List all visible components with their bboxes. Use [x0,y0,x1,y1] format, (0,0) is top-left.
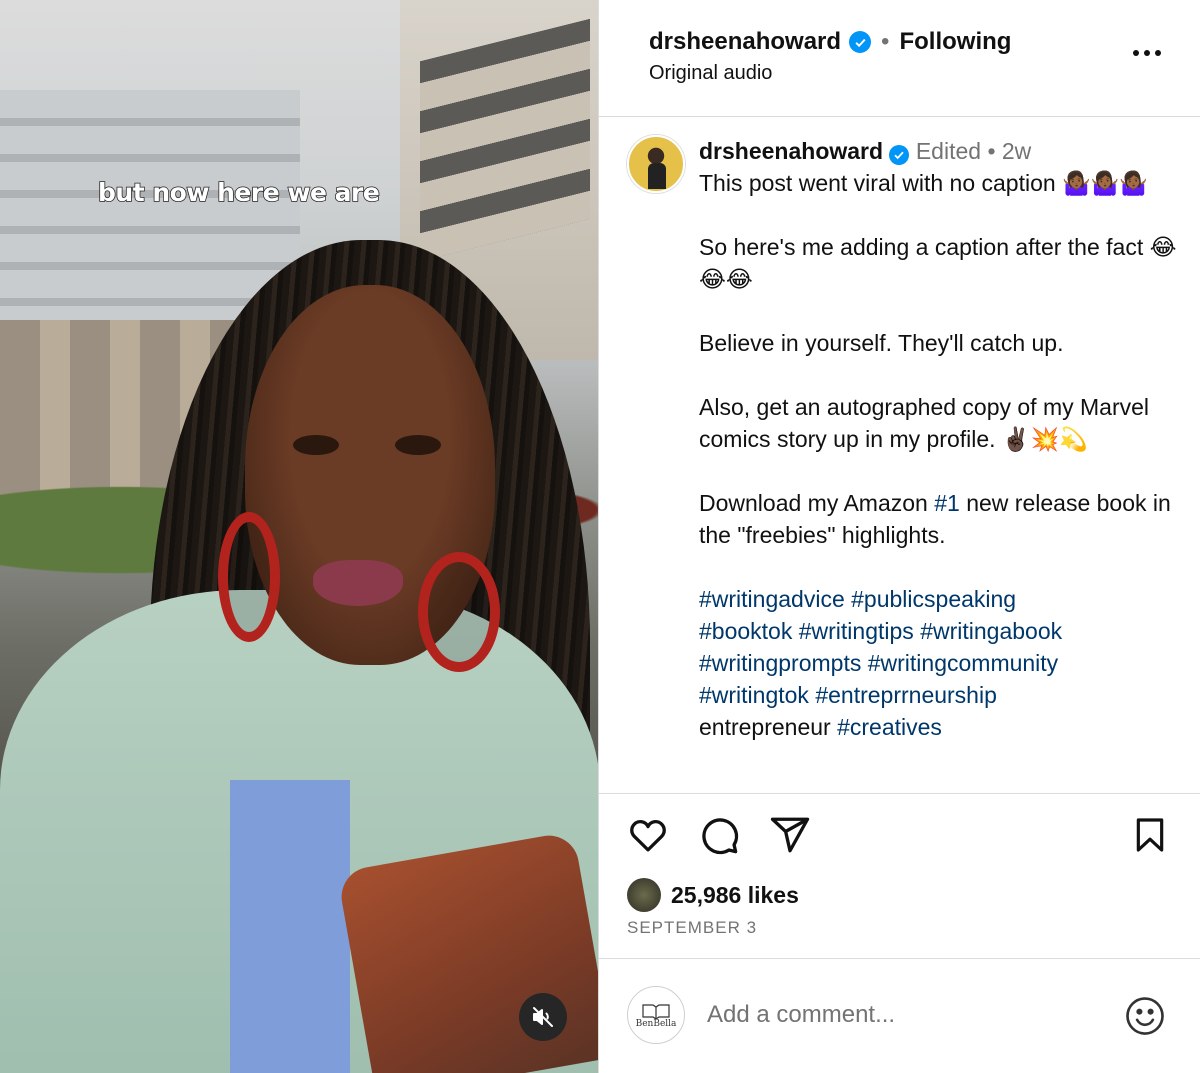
comment-input[interactable] [707,1001,1087,1029]
heart-icon [630,819,666,852]
caption-paragraph: Also, get an autographed copy of my Marv… [699,394,1156,452]
hashtag-link[interactable]: #1 [934,490,960,516]
hashtag-link[interactable]: #booktok [699,618,792,644]
caption-paragraph: So here's me adding a caption after the … [699,234,1177,292]
video-caption-overlay: but now here we are [97,177,380,208]
reel-video[interactable]: but now here we are [0,0,598,1073]
hashtag-link[interactable]: #writingtips [799,618,914,644]
comment-composer: BenBella [599,958,1200,1073]
eye [293,435,339,455]
verified-badge-icon [889,145,910,165]
post-date[interactable]: SEPTEMBER 3 [627,918,757,938]
hashtag-link[interactable]: #entreprrneurship [815,682,997,708]
hashtag-link[interactable]: #creatives [837,714,942,740]
hashtag-line: #writingadvice #publicspeaking [699,583,1180,615]
post-header: drsheenahoward • Following Original audi… [599,0,1200,117]
earring [418,552,500,672]
viewer-avatar: BenBella [627,986,685,1044]
comment-button[interactable] [698,814,740,861]
hashtag-line: #writingprompts #writingcommunity [699,647,1180,679]
liker-avatar[interactable] [627,878,661,912]
hashtag-link[interactable]: #publicspeaking [851,586,1016,612]
hashtag-link[interactable]: #writingcommunity [868,650,1058,676]
share-button[interactable] [769,814,811,861]
action-bar [599,793,1200,888]
caption-paragraph: Believe in yourself. They'll catch up. [699,330,1064,356]
earring [218,512,280,642]
author-avatar[interactable] [627,135,685,193]
more-options-icon [1133,50,1161,56]
save-button[interactable] [1130,814,1170,861]
following-button[interactable]: Following [899,28,1011,56]
send-icon [770,817,810,853]
likes-section: 25,986 likes SEPTEMBER 3 [599,878,1200,948]
comment-icon [702,818,739,855]
book-logo-icon [642,1004,670,1019]
presenter-shirt [230,780,350,1073]
hashtag-link[interactable]: #writingtok [699,682,809,708]
caption-paragraph: Download my Amazon #1 new release book i… [699,487,1180,551]
caption-username-link[interactable]: drsheenahoward [699,138,883,164]
like-button[interactable] [627,814,669,861]
hashtag-line: entrepreneur #creatives [699,711,1180,743]
post-caption-block: drsheenahoward Edited • 2w This post wen… [627,135,1180,743]
post-time[interactable]: 2w [1002,138,1031,164]
likes-row: 25,986 likes [627,878,799,912]
hashtag-line: #writingtok #entreprrneurship [699,679,1180,711]
separator-dot: • [987,138,996,164]
mute-toggle-button[interactable] [519,993,567,1041]
edited-label: Edited [915,138,982,164]
mouth [313,560,403,606]
hashtag-link[interactable]: #writingprompts [699,650,861,676]
separator-dot: • [881,28,890,55]
caption-text: drsheenahoward Edited • 2w This post wen… [699,135,1180,743]
emoji-button[interactable] [1124,995,1166,1042]
hashtag-link[interactable]: #writingadvice [699,586,845,612]
viewer-avatar-label: BenBella [635,1019,677,1029]
hashtag-link[interactable]: #writingabook [920,618,1062,644]
speaker-muted-icon [533,1007,553,1027]
stone-ledge [336,830,598,1073]
eye [395,435,441,455]
bookmark-icon [1136,818,1164,852]
caption-text-span: Download my Amazon [699,490,935,516]
smiley-icon [1126,997,1164,1035]
audio-link[interactable]: Original audio [649,62,772,85]
header-user-row: drsheenahoward • Following [649,28,1011,56]
comments-scroll-area[interactable]: drsheenahoward Edited • 2w This post wen… [599,117,1200,793]
post-sidebar: drsheenahoward • Following Original audi… [598,0,1200,1073]
header-username-link[interactable]: drsheenahoward [649,28,841,56]
post-viewer: but now here we are drsheenahoward • Fol… [0,0,1200,1073]
verified-badge-icon [849,31,872,53]
more-options-button[interactable] [1132,44,1162,62]
hashtag-line: #booktok #writingtips #writingabook [699,615,1180,647]
caption-text-span: entrepreneur [699,714,831,740]
likes-count[interactable]: 25,986 likes [671,882,799,909]
